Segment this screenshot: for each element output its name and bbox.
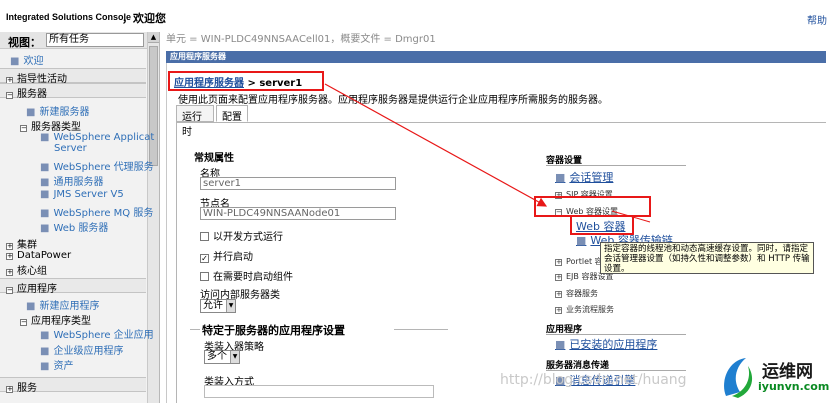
blog-watermark: http://blog.csdn.net/huang — [500, 372, 687, 388]
heading-rule — [546, 370, 686, 371]
navigation-tree: 视图： 所有任务 ▲ ■ 欢迎 + 指导性活动 − 服务器 ■ 新建服务器 − 服务器类型… — [0, 32, 160, 403]
annotation-box-breadcrumb — [168, 71, 324, 91]
dropdown-arrow-icon: ▼ — [230, 351, 239, 363]
view-select[interactable]: 所有任务 — [46, 33, 144, 47]
general-properties-heading: 常规属性 — [194, 153, 234, 164]
expand-icon: + — [555, 290, 562, 298]
nav-item-assets[interactable]: ■ 资产 — [40, 357, 73, 372]
subsection-rule-left — [190, 329, 200, 330]
installed-apps-link[interactable]: ■ 已安装的应用程序 — [555, 336, 657, 352]
app-settings-heading: 特定于服务器的应用程序设置 — [202, 324, 345, 337]
expand-icon: + — [6, 242, 13, 250]
node-field[interactable]: WIN-PLDC49NNSAANode01 — [200, 207, 396, 220]
scroll-thumb[interactable] — [149, 46, 158, 166]
nav-item-welcome[interactable]: ■ 欢迎 — [10, 52, 43, 67]
tab-configuration[interactable]: 配置 — [216, 105, 248, 123]
expand-icon: + — [555, 258, 562, 266]
logo-en-text: iyunvn.com — [758, 380, 830, 393]
nav-item-generic-server[interactable]: ■ 通用服务器 — [40, 173, 103, 188]
site-logo: 运维网 iyunvn.com — [718, 352, 830, 402]
dev-mode-checkbox[interactable]: 以开发方式运行 — [200, 228, 283, 243]
collapse-icon: − — [6, 286, 13, 294]
session-management-link[interactable]: ■ 会话管理 — [555, 169, 613, 185]
welcome-text: ，欢迎您 — [122, 12, 166, 25]
expand-icon: + — [555, 306, 562, 314]
top-bar: Integrated Solutions Console ，欢迎您 帮助 — [0, 0, 831, 32]
console-window: Integrated Solutions Console ，欢迎您 帮助 视图：… — [0, 0, 831, 403]
collapse-icon: − — [6, 91, 13, 99]
page-description: 使用此页面来配置应用程序服务器。应用程序服务器是提供运行企业应用程序所需服务的服… — [178, 95, 608, 106]
nav-item-business-level[interactable]: ■ 企业级应用程序 — [40, 342, 123, 357]
nav-item-new-server[interactable]: ■ 新建服务器 — [26, 103, 89, 118]
nav-item-new-app[interactable]: ■ 新建应用程序 — [26, 297, 99, 312]
collapse-icon: − — [20, 318, 27, 326]
checkbox-icon — [200, 272, 209, 281]
subsection-rule-right — [394, 329, 448, 330]
nav-app-types[interactable]: − 应用程序类型 — [20, 312, 91, 327]
business-process-item[interactable]: + 业务流程服务 — [555, 304, 614, 315]
expand-icon: + — [6, 252, 13, 260]
nav-item-was-app-server[interactable]: ■ WebSphere Applicat — [40, 132, 154, 143]
nav-apps-label[interactable]: − 应用程序 — [6, 280, 57, 295]
console-brand: Integrated Solutions Console — [6, 12, 132, 22]
classloader-policy-select[interactable]: 多个 ▼ — [204, 350, 240, 364]
heading-rule — [546, 165, 686, 166]
on-demand-checkbox[interactable]: 在需要时启动组件 — [200, 268, 293, 283]
dropdown-arrow-icon: ▼ — [226, 300, 235, 312]
scope-crumb: 单元 = WIN-PLDC49NNSAACell01，概要文件 = Dmgr01 — [166, 34, 436, 45]
nav-item-web-server[interactable]: ■ Web 服务器 — [40, 219, 108, 234]
nav-servers-label[interactable]: − 服务器 — [6, 85, 47, 100]
nav-item-jms-server[interactable]: ■ JMS Server V5 — [40, 189, 124, 200]
scroll-up-icon[interactable]: ▲ — [148, 32, 159, 43]
nav-server-types[interactable]: − 服务器类型 — [20, 118, 81, 133]
nav-item-was-enterprise[interactable]: ■ WebSphere 企业应用 — [40, 326, 154, 341]
expand-icon: + — [6, 385, 13, 393]
web-container-tooltip: 指定容器的线程池和动态高速缓存设置。同时，请指定会话管理器设置（如持久性和调整参… — [600, 242, 814, 274]
heading-rule — [546, 334, 686, 335]
nav-cluster[interactable]: + 集群 — [6, 236, 37, 251]
internal-access-select[interactable]: 允许 ▼ — [200, 299, 236, 313]
expand-icon: + — [555, 273, 562, 281]
logo-cn-text: 运维网 — [762, 362, 813, 382]
tab-runtime[interactable]: 运行时 — [176, 105, 214, 138]
nav-item-mq-server[interactable]: ■ WebSphere MQ 服务 — [40, 204, 153, 219]
collapse-icon: − — [20, 124, 27, 132]
nav-core-group[interactable]: + 核心组 — [6, 262, 47, 277]
logo-swirl-icon — [724, 358, 753, 398]
help-link[interactable]: 帮助 — [807, 12, 827, 27]
checkbox-icon — [200, 232, 209, 241]
name-field[interactable]: server1 — [200, 177, 396, 190]
nav-item-was-app-server-2[interactable]: Server — [54, 143, 87, 154]
nav-services-label[interactable]: + 服务 — [6, 379, 37, 394]
view-label: 视图： — [8, 36, 41, 49]
classloading-mode-select[interactable] — [204, 385, 434, 398]
panel-header: 应用程序服务器 — [166, 51, 826, 63]
checked-icon: ✓ — [200, 254, 209, 263]
view-row: 视图： 所有任务 — [0, 32, 159, 49]
nav-datapower[interactable]: + DataPower — [6, 250, 71, 261]
parallel-start-checkbox[interactable]: ✓ 并行启动 — [200, 248, 253, 263]
nav-item-was-proxy[interactable]: ■ WebSphere 代理服务 — [40, 158, 154, 173]
expand-icon: + — [6, 268, 13, 276]
annotation-box-web-container-settings — [534, 196, 651, 217]
annotation-box-web-container — [570, 215, 634, 235]
container-services-item[interactable]: + 容器服务 — [555, 288, 598, 299]
